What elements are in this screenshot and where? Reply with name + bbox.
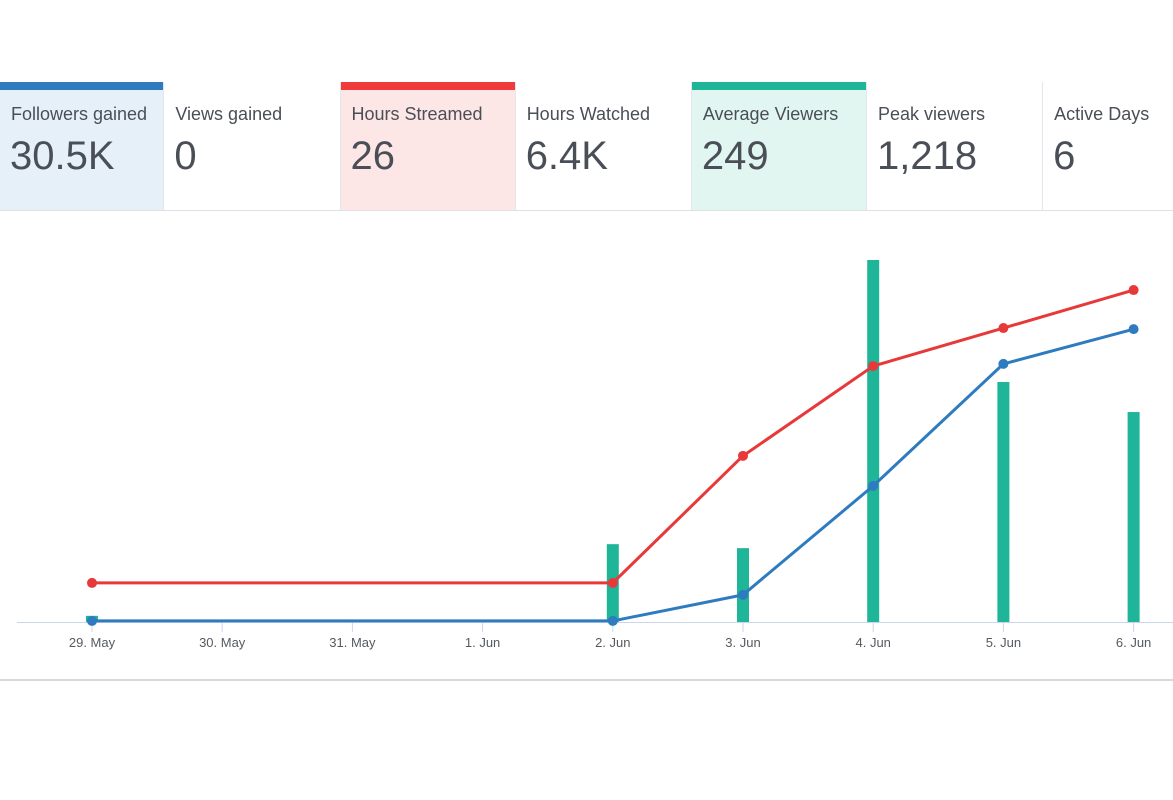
stat-value: 1,218 [877, 134, 978, 178]
x-tick-label: 4. Jun [855, 635, 890, 650]
stat-label: Peak viewers [878, 104, 986, 124]
card-accent-bar [340, 82, 515, 90]
card-accent-bar [691, 82, 867, 90]
bar-average-viewers [867, 260, 880, 622]
stat-label: Followers gained [11, 104, 148, 124]
point-followers-gained [607, 615, 618, 626]
stat-card-hours-streamed[interactable]: Hours Streamed 26 [340, 82, 516, 210]
bar-average-viewers [997, 381, 1010, 622]
point-hours-streamed [868, 361, 879, 372]
stat-value: 30.5K [10, 134, 115, 178]
point-hours-streamed [607, 577, 618, 588]
point-hours-streamed [998, 323, 1009, 334]
point-followers-gained [868, 480, 879, 491]
point-hours-streamed [87, 577, 97, 588]
stat-card-views-gained[interactable]: Views gained 0 [164, 82, 341, 210]
line-hours-streamed [90, 288, 1136, 585]
stats-cards: Followers gained 30.5K Views gained 0 Hours … [0, 82, 1173, 211]
stat-card-average-viewers[interactable]: Average Viewers 249 [691, 82, 868, 210]
stat-card-followers-gained[interactable]: Followers gained 30.5K [0, 82, 165, 210]
point-followers-gained [738, 589, 748, 600]
point-followers-gained [1128, 324, 1139, 335]
stat-label: Hours Watched [526, 104, 651, 124]
bar-average-viewers [1127, 412, 1140, 622]
stat-card-peak-viewers[interactable]: Peak viewers 1,218 [867, 82, 1044, 210]
stat-value: 6.4K [525, 134, 608, 178]
stat-value: 26 [350, 134, 396, 178]
divider [0, 679, 1173, 681]
point-followers-gained [87, 615, 97, 626]
stats-chart: 29. May 30. May 31. May 1. Jun 2. Jun 3. Jun 4… [0, 211, 1173, 681]
stat-card-active-days[interactable]: Active Days 6 [1043, 82, 1173, 210]
bar-average-viewers [737, 548, 749, 622]
chart-svg: 29. May 30. May 31. May 1. Jun 2. Jun 3. Jun 4… [17, 260, 1173, 650]
stat-value: 6 [1053, 134, 1076, 178]
x-tick-label: 6. Jun [1116, 635, 1151, 650]
x-tick-label: 2. Jun [595, 635, 630, 650]
x-tick-label: 30. May [199, 635, 246, 650]
point-followers-gained [998, 358, 1009, 369]
point-hours-streamed [1128, 285, 1139, 296]
x-tick-label: 31. May [329, 635, 376, 650]
stat-value: 249 [701, 134, 769, 178]
stat-label: Average Viewers [702, 104, 839, 124]
x-tick-label: 3. Jun [725, 635, 760, 650]
x-tick-label: 1. Jun [465, 635, 500, 650]
stat-card-hours-watched[interactable]: Hours Watched 6.4K [515, 82, 692, 210]
x-tick-label: 5. Jun [986, 635, 1021, 650]
stat-value: 0 [174, 134, 197, 178]
x-tick-label: 29. May [69, 635, 116, 650]
stat-label: Views gained [175, 104, 283, 124]
point-hours-streamed [738, 450, 748, 461]
stat-label: Hours Streamed [351, 104, 483, 124]
stat-label: Active Days [1054, 104, 1150, 124]
card-accent-bar [0, 82, 164, 90]
